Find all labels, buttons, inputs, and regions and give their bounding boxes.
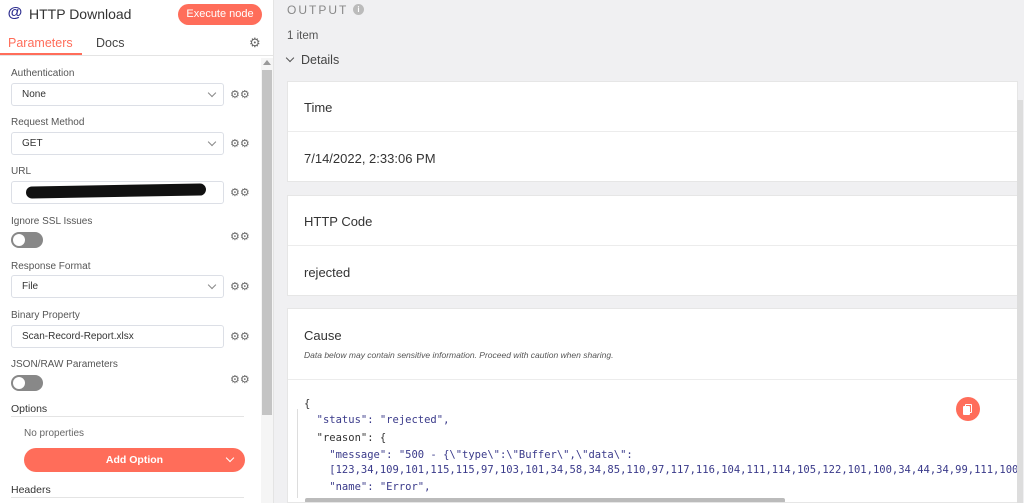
chevron-down-icon <box>207 280 217 290</box>
response-format-select[interactable]: File <box>11 275 224 298</box>
tab-parameters[interactable]: Parameters <box>8 36 73 50</box>
options-title: Options <box>11 403 48 415</box>
details-label: Details <box>301 53 340 67</box>
app: @ HTTP Download Execute node Parameters … <box>0 0 1024 503</box>
details-toggle[interactable]: Details <box>285 53 340 67</box>
divider <box>11 416 244 417</box>
chevron-down-icon <box>285 53 295 63</box>
json-line: "message": "500 - {\"type\":\"Buffer\",\… <box>304 449 633 461</box>
json-raw-toggle[interactable] <box>11 375 43 391</box>
request-method-label: Request Method <box>11 117 85 128</box>
authentication-select[interactable]: None <box>11 83 224 106</box>
expression-cogs-icon[interactable]: ⚙⚙ <box>230 280 250 294</box>
chevron-down-icon <box>225 453 235 463</box>
response-format-label: Response Format <box>11 261 91 272</box>
json-line: "reason": { <box>304 432 387 444</box>
time-card: Time 7/14/2022, 2:33:06 PM <box>287 81 1019 182</box>
json-line: "status": "rejected", <box>304 414 450 426</box>
scroll-up-arrow-icon[interactable] <box>263 60 271 65</box>
binary-property-label: Binary Property <box>11 310 80 321</box>
expression-cogs-icon[interactable]: ⚙⚙ <box>230 230 250 244</box>
node-title: HTTP Download <box>29 6 132 22</box>
info-icon[interactable]: i <box>353 4 364 15</box>
tab-bar: Parameters Docs ⚙ <box>0 30 274 56</box>
authentication-label: Authentication <box>11 68 75 79</box>
item-count: 1 item <box>287 30 319 42</box>
card-header <box>288 196 1019 246</box>
divider <box>11 497 244 498</box>
output-title: OUTPUT <box>287 3 349 17</box>
execute-node-button[interactable]: Execute node <box>178 4 262 25</box>
node-parameters-panel: @ HTTP Download Execute node Parameters … <box>0 0 274 503</box>
json-raw-label: JSON/RAW Parameters <box>11 359 118 370</box>
indent-guide <box>297 409 298 498</box>
at-icon: @ <box>7 4 23 21</box>
expression-cogs-icon[interactable]: ⚙⚙ <box>230 373 250 387</box>
toggle-knob <box>13 377 25 389</box>
copy-icon[interactable] <box>956 397 980 421</box>
settings-gear-icon[interactable]: ⚙ <box>249 36 262 49</box>
request-method-value: GET <box>22 138 43 149</box>
node-header: @ HTTP Download Execute node <box>0 0 274 30</box>
chevron-down-icon <box>207 137 217 147</box>
expression-cogs-icon[interactable]: ⚙⚙ <box>230 330 250 344</box>
http-code-value: rejected <box>304 265 351 280</box>
card-header <box>288 309 1017 380</box>
json-line: { <box>304 398 311 410</box>
card-header <box>288 82 1019 132</box>
ignore-ssl-label: Ignore SSL Issues <box>11 216 93 227</box>
json-line: [123,34,109,101,115,115,97,103,101,34,58… <box>304 464 1018 476</box>
url-label: URL <box>11 166 32 177</box>
tab-docs[interactable]: Docs <box>96 36 124 50</box>
http-code-card: HTTP Code rejected <box>287 195 1019 296</box>
http-code-label: HTTP Code <box>304 214 373 229</box>
cause-card: Cause Data below may contain sensitive i… <box>287 308 1018 503</box>
response-format-value: File <box>22 281 39 292</box>
time-label: Time <box>304 100 333 115</box>
active-tab-indicator <box>0 53 82 55</box>
no-properties-text: No properties <box>24 428 85 439</box>
headers-title: Headers <box>11 484 51 496</box>
json-line: "name": "Error", <box>304 481 431 493</box>
copy-doc-shape <box>963 406 970 415</box>
time-value: 7/14/2022, 2:33:06 PM <box>304 151 436 166</box>
ignore-ssl-toggle[interactable] <box>11 232 43 248</box>
expression-cogs-icon[interactable]: ⚙⚙ <box>230 137 250 151</box>
binary-property-input[interactable]: Scan-Record-Report.xlsx <box>11 325 224 348</box>
scrollbar-thumb[interactable] <box>262 70 272 415</box>
add-option-label: Add Option <box>105 454 164 466</box>
sensitive-warning: Data below may contain sensitive informa… <box>304 350 614 360</box>
horizontal-scrollbar[interactable] <box>305 498 785 502</box>
add-option-button[interactable]: Add Option <box>24 448 245 472</box>
authentication-value: None <box>22 89 46 100</box>
binary-property-value: Scan-Record-Report.xlsx <box>22 331 134 342</box>
request-method-select[interactable]: GET <box>11 132 224 155</box>
cause-label: Cause <box>304 328 342 343</box>
output-scrollbar[interactable] <box>1017 100 1023 503</box>
chevron-down-icon <box>207 88 217 98</box>
expression-cogs-icon[interactable]: ⚙⚙ <box>230 88 250 102</box>
output-panel: OUTPUT i 1 item Details Time 7/14/2022, … <box>275 0 1024 503</box>
toggle-knob <box>13 234 25 246</box>
expression-cogs-icon[interactable]: ⚙⚙ <box>230 186 250 200</box>
